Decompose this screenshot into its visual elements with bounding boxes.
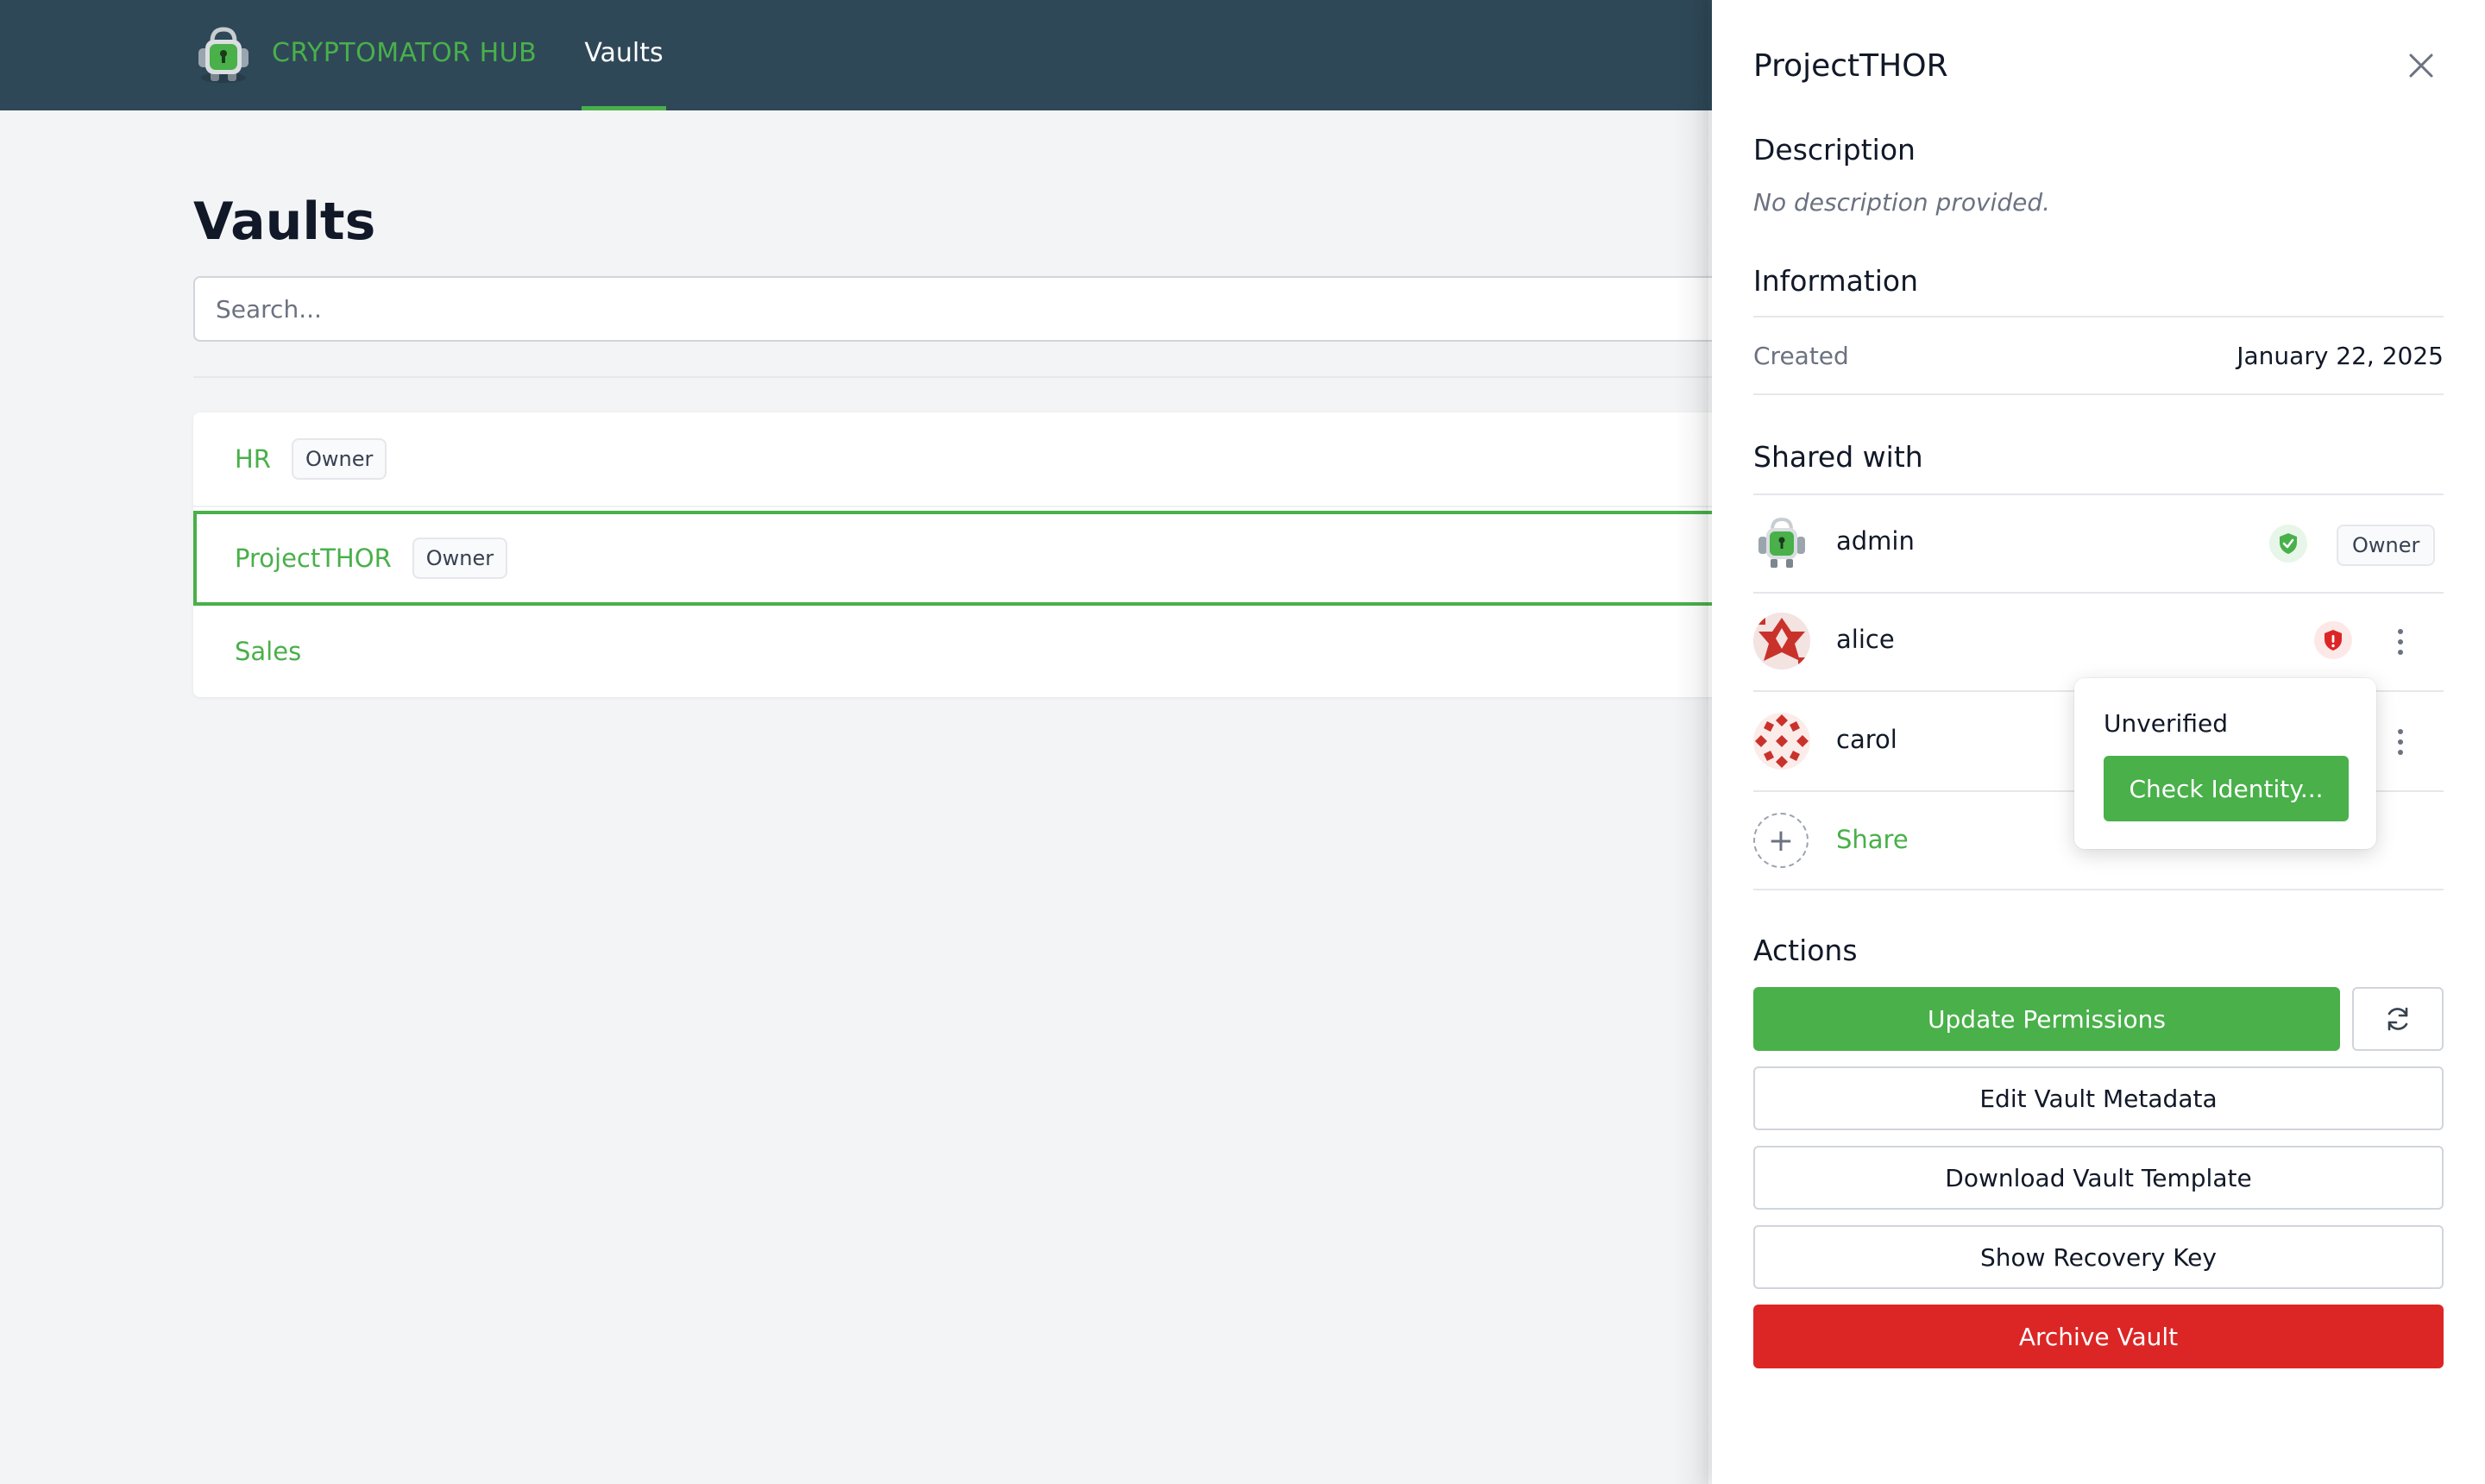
- popover-status-label: Unverified: [2104, 709, 2228, 738]
- more-options-icon[interactable]: [2387, 723, 2413, 761]
- vault-row-hr[interactable]: HR Owner: [193, 412, 1746, 507]
- page-title: Vaults: [193, 192, 376, 252]
- download-vault-template-button[interactable]: Download Vault Template: [1753, 1146, 2444, 1210]
- vault-list: HR Owner ProjectTHOR Owner Sales: [193, 412, 1746, 697]
- description-text: No description provided.: [1753, 188, 2050, 217]
- check-identity-button[interactable]: Check Identity...: [2104, 756, 2349, 821]
- owner-badge: Owner: [2337, 525, 2436, 566]
- divider: [1753, 889, 2444, 890]
- close-icon[interactable]: [2404, 48, 2438, 83]
- search-input[interactable]: [193, 276, 1746, 342]
- member-row-alice: alice: [1753, 594, 2444, 690]
- member-name: alice: [1836, 625, 1895, 654]
- drawer-shadow: [1674, 0, 1708, 1484]
- refresh-icon: [2387, 1007, 2408, 1031]
- refresh-button[interactable]: [2352, 987, 2444, 1051]
- avatar-alice: [1753, 613, 1810, 670]
- vault-name[interactable]: ProjectTHOR: [235, 544, 392, 573]
- share-link[interactable]: Share: [1836, 825, 1909, 854]
- archive-vault-button[interactable]: Archive Vault: [1753, 1305, 2444, 1368]
- avatar-carol: [1753, 713, 1810, 770]
- vault-name[interactable]: Sales: [235, 637, 301, 666]
- created-label: Created: [1753, 342, 1849, 370]
- cryptomator-robot-logo-icon[interactable]: [192, 24, 255, 86]
- update-permissions-button[interactable]: Update Permissions: [1753, 987, 2340, 1051]
- show-recovery-key-button[interactable]: Show Recovery Key: [1753, 1225, 2444, 1289]
- member-row-admin: admin Owner: [1753, 495, 2444, 592]
- description-heading: Description: [1753, 133, 1916, 167]
- brand-name[interactable]: CRYPTOMATOR HUB: [272, 38, 537, 68]
- divider: [1753, 316, 2444, 318]
- shield-check-icon[interactable]: [2269, 525, 2307, 563]
- divider: [1753, 393, 2444, 395]
- add-member-icon[interactable]: +: [1753, 813, 1809, 868]
- actions-heading: Actions: [1753, 934, 1858, 967]
- more-options-icon[interactable]: [2387, 623, 2413, 661]
- member-name: carol: [1836, 725, 1897, 754]
- drawer-title: ProjectTHOR: [1753, 48, 1948, 84]
- vault-row-projectthor[interactable]: ProjectTHOR Owner: [193, 511, 1746, 606]
- vault-row-sales[interactable]: Sales: [193, 604, 1746, 699]
- nav-tab-vaults[interactable]: Vaults: [582, 0, 666, 110]
- created-value: January 22, 2025: [2236, 342, 2444, 370]
- edit-vault-metadata-button[interactable]: Edit Vault Metadata: [1753, 1066, 2444, 1130]
- shared-with-heading: Shared with: [1753, 440, 1923, 474]
- divider: [193, 376, 1746, 378]
- shield-alert-icon[interactable]: [2314, 621, 2352, 659]
- verification-popover: Unverified Check Identity...: [2074, 678, 2376, 849]
- avatar-admin: [1753, 514, 1810, 571]
- owner-badge: Owner: [291, 438, 387, 480]
- information-heading: Information: [1753, 264, 1919, 298]
- member-name: admin: [1836, 526, 1915, 556]
- vault-name[interactable]: HR: [235, 444, 271, 474]
- owner-badge: Owner: [412, 538, 508, 579]
